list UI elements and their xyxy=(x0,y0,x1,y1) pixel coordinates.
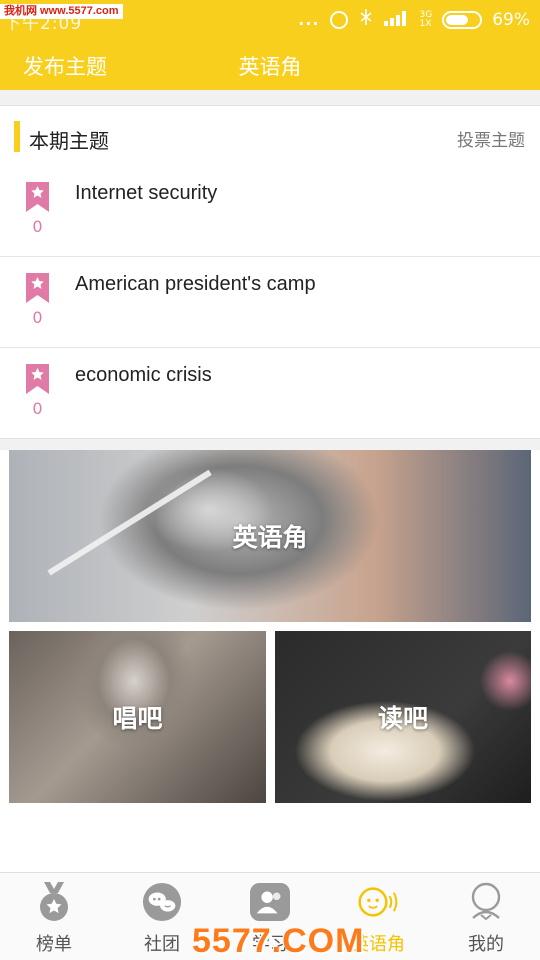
vote-topic-button[interactable]: 投票主题 xyxy=(457,126,525,151)
topic-vote-count: 0 xyxy=(32,217,43,236)
bookmark-star-icon xyxy=(26,182,49,212)
app-screen: 下午2:09 ... 3G 1X 69% 我机网 www.5577.com 英语… xyxy=(0,0,540,960)
tab-label: 我的 xyxy=(468,934,504,955)
tab-label: 社团 xyxy=(144,934,180,955)
watermark-top: 我机网 www.5577.com xyxy=(0,4,123,19)
divider xyxy=(0,90,540,106)
topic-title: Internet security xyxy=(75,182,218,204)
english-corner-label: 英语角 xyxy=(232,523,308,552)
alarm-icon xyxy=(329,10,348,29)
publish-topic-button[interactable]: 发布主题 xyxy=(23,51,107,81)
user-icon xyxy=(466,882,506,922)
watermark-bottom: 5577.COM xyxy=(192,922,365,960)
tab-label: 榜单 xyxy=(36,934,72,955)
vibrate-icon xyxy=(358,8,374,31)
notification-dots: ... xyxy=(298,10,320,29)
battery-level xyxy=(446,14,469,25)
english-corner-card[interactable]: 英语角 xyxy=(9,450,531,622)
network-type: 3G 1X xyxy=(419,10,433,29)
tab-mine[interactable]: 我的 xyxy=(432,873,540,960)
smiley-sound-icon xyxy=(358,882,398,922)
section-accent-bar xyxy=(14,121,20,152)
topic-item[interactable]: 0 American president's camp xyxy=(0,257,540,348)
section-header: 本期主题 投票主题 xyxy=(0,107,540,167)
topic-vote-count: 0 xyxy=(32,308,43,327)
section-title: 本期主题 xyxy=(29,129,109,153)
divider xyxy=(0,438,540,450)
sing-card[interactable]: 唱吧 xyxy=(9,631,266,803)
read-card[interactable]: 读吧 xyxy=(275,631,531,803)
status-icons: ... 3G 1X 69% xyxy=(298,8,530,31)
network-type-bottom: 1X xyxy=(419,18,432,29)
medal-icon xyxy=(34,882,74,922)
title-bar: 英语角 发布主题 xyxy=(0,38,540,90)
battery-icon xyxy=(442,10,483,29)
people-icon xyxy=(250,882,290,922)
read-label: 读吧 xyxy=(377,704,428,733)
topic-title: American president's camp xyxy=(75,273,316,295)
tab-ranking[interactable]: 榜单 xyxy=(0,873,108,960)
sing-label: 唱吧 xyxy=(112,704,163,733)
topic-title: economic crisis xyxy=(75,364,212,386)
bookmark-star-icon xyxy=(26,273,49,303)
battery-percent: 69% xyxy=(492,9,530,30)
chat-bubbles-icon xyxy=(142,882,182,922)
topic-item[interactable]: 0 Internet security xyxy=(0,166,540,257)
signal-icon xyxy=(383,10,410,30)
bookmark-star-icon xyxy=(26,364,49,394)
card-decoration xyxy=(47,469,212,576)
topic-item[interactable]: 0 economic crisis xyxy=(0,348,540,439)
topic-vote-count: 0 xyxy=(32,399,43,418)
